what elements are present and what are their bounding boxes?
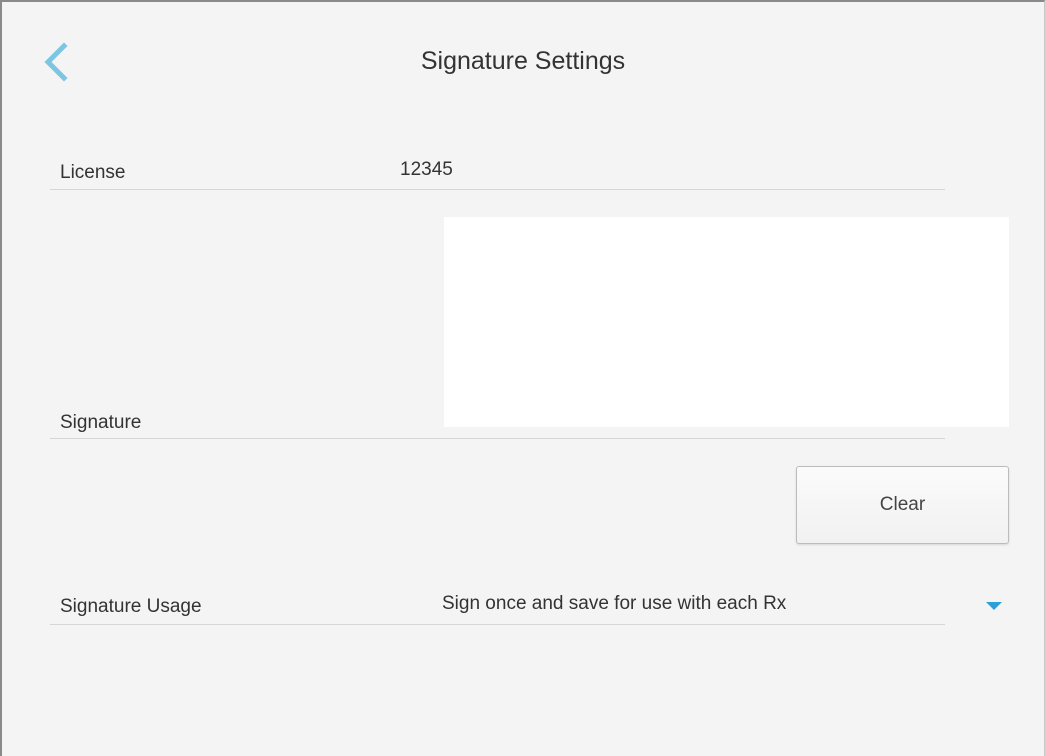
caret-down-icon xyxy=(986,602,1002,610)
signature-usage-dropdown[interactable]: Sign once and save for use with each Rx xyxy=(442,588,1022,624)
clear-button[interactable]: Clear xyxy=(796,466,1009,544)
signature-pad[interactable] xyxy=(444,217,1009,427)
license-value: 12345 xyxy=(400,159,453,180)
settings-panel: Signature Settings License 12345 Signatu… xyxy=(0,0,1045,756)
signature-divider xyxy=(50,438,945,439)
signature-label: Signature xyxy=(60,412,142,433)
license-label: License xyxy=(60,162,126,183)
page-title: Signature Settings xyxy=(420,47,626,75)
signature-usage-value: Sign once and save for use with each Rx xyxy=(442,593,787,614)
signature-usage-label: Signature Usage xyxy=(60,596,202,617)
license-divider xyxy=(50,189,945,190)
signature-usage-divider xyxy=(50,624,945,625)
